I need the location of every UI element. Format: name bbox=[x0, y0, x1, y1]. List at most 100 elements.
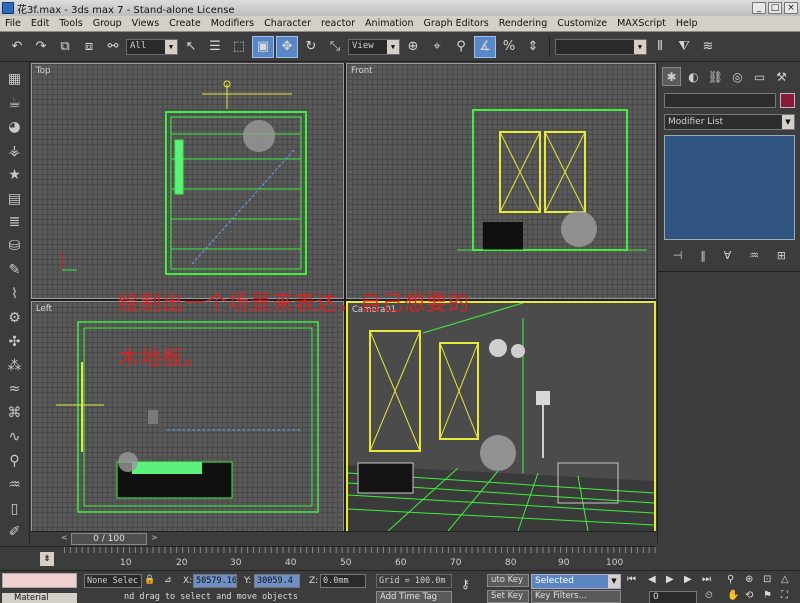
pivot-center-icon[interactable]: ⊕ bbox=[402, 36, 424, 58]
track-bar[interactable]: ⇟ 10 20 30 40 50 60 70 80 90 100 bbox=[0, 546, 656, 571]
menu-animation[interactable]: Animation bbox=[360, 18, 418, 29]
percent-snap-icon[interactable]: % bbox=[498, 36, 520, 58]
show-end-result-icon[interactable]: ‖ bbox=[700, 249, 706, 262]
pan-icon[interactable]: ✋ bbox=[727, 590, 739, 601]
angle-snap-icon[interactable]: ∡ bbox=[474, 35, 496, 58]
box-icon[interactable]: ▦ bbox=[4, 69, 26, 90]
orbit-icon[interactable]: ⟲ bbox=[745, 590, 753, 601]
motion-tab-icon[interactable]: ◎ bbox=[728, 67, 747, 86]
menu-edit[interactable]: Edit bbox=[26, 18, 54, 29]
play-icon[interactable]: ▶ bbox=[666, 574, 674, 585]
remove-modifier-icon[interactable]: ♒ bbox=[749, 249, 759, 262]
create-tab-icon[interactable]: ✱ bbox=[662, 67, 681, 86]
time-config-icon[interactable]: ⏲ bbox=[705, 590, 713, 601]
stairs-icon[interactable]: ≣ bbox=[4, 212, 26, 233]
auto-key-button[interactable]: uto Key bbox=[487, 574, 529, 587]
time-prev-button[interactable]: < bbox=[61, 533, 68, 542]
selection-filter-dropdown[interactable]: All ▼ bbox=[126, 38, 178, 55]
rectangular-selection-icon[interactable]: ⬚ bbox=[228, 36, 250, 58]
undo-icon[interactable]: ↶ bbox=[6, 36, 28, 58]
zoom-all-icon[interactable]: ⊕ bbox=[745, 574, 753, 585]
z-coordinate-field[interactable]: 0.0mm bbox=[320, 574, 366, 588]
next-frame-icon[interactable]: ▶ bbox=[684, 574, 692, 585]
doc-icon[interactable]: ▯ bbox=[4, 498, 26, 519]
current-frame-field[interactable]: 0 bbox=[649, 591, 697, 603]
zoom-extents-icon[interactable]: ⊡ bbox=[763, 574, 771, 585]
key-mode-dropdown[interactable]: Selected ▼ bbox=[531, 574, 621, 589]
object-color-swatch[interactable] bbox=[780, 93, 795, 108]
spinner-snap-icon[interactable]: ⇕ bbox=[522, 36, 544, 58]
manipulate-icon[interactable]: ⌖ bbox=[426, 36, 448, 58]
utilities-tab-icon[interactable]: ⚒ bbox=[772, 67, 791, 86]
sphere-icon[interactable]: ◕ bbox=[4, 117, 26, 138]
object-name-input[interactable] bbox=[664, 93, 776, 108]
lock-selection-icon[interactable]: 🔒 bbox=[144, 575, 155, 585]
snap-toggle-icon[interactable]: ⚲ bbox=[450, 36, 472, 58]
hierarchy-tab-icon[interactable]: ⛓ bbox=[706, 67, 725, 86]
prev-frame-icon[interactable]: ◀ bbox=[648, 574, 656, 585]
walk-icon[interactable]: ⚑ bbox=[763, 590, 772, 601]
unlink-icon[interactable]: ⧈ bbox=[78, 36, 100, 58]
time-slider-thumb[interactable]: 0 / 100 bbox=[71, 533, 147, 545]
spray-icon[interactable]: ⁂ bbox=[4, 355, 26, 376]
star-icon[interactable]: ★ bbox=[4, 164, 26, 185]
maximize-viewport-icon[interactable]: ⛶ bbox=[781, 590, 788, 601]
water-icon[interactable]: ♒ bbox=[4, 474, 26, 495]
close-button[interactable]: × bbox=[784, 2, 798, 14]
menu-tools[interactable]: Tools bbox=[54, 18, 87, 29]
hinge-icon[interactable]: ⚲ bbox=[4, 451, 26, 472]
pencil-icon[interactable]: ✎ bbox=[4, 260, 26, 281]
modify-tab-icon[interactable]: ◐ bbox=[684, 67, 703, 86]
select-and-scale-icon[interactable]: ⤡ bbox=[324, 36, 346, 58]
track-bar-key-icon[interactable]: ⇟ bbox=[40, 552, 54, 566]
add-time-tag-button[interactable]: Add Time Tag bbox=[376, 591, 452, 603]
menu-customize[interactable]: Customize bbox=[552, 18, 612, 29]
viewport-front[interactable]: Front bbox=[346, 63, 656, 299]
link-icon[interactable]: ⧉ bbox=[54, 36, 76, 58]
named-selection-dropdown[interactable]: ▼ bbox=[555, 38, 647, 55]
modifier-stack[interactable] bbox=[664, 135, 795, 240]
time-slider[interactable]: < 0 / 100 > bbox=[31, 531, 656, 545]
key-filters-button[interactable]: Key Filters... bbox=[531, 590, 621, 603]
material-taskbar-tab[interactable]: Material bbox=[2, 593, 77, 603]
menu-rendering[interactable]: Rendering bbox=[494, 18, 553, 29]
display-tab-icon[interactable]: ▭ bbox=[750, 67, 769, 86]
minimize-button[interactable]: _ bbox=[752, 2, 766, 14]
pin-stack-icon[interactable]: ⊣ bbox=[673, 249, 683, 262]
select-by-name-icon[interactable]: ☰ bbox=[204, 36, 226, 58]
menu-maxscript[interactable]: MAXScript bbox=[612, 18, 671, 29]
gear-icon[interactable]: ⚙ bbox=[4, 307, 26, 328]
menu-group[interactable]: Group bbox=[88, 18, 127, 29]
move-gizmo-icon[interactable]: ✣ bbox=[4, 331, 26, 352]
align-icon[interactable]: ⧨ bbox=[673, 36, 695, 58]
mirror-icon[interactable]: ⫴ bbox=[649, 36, 671, 58]
maxscript-listener-mini[interactable] bbox=[2, 573, 77, 588]
go-to-end-icon[interactable]: ⏭ bbox=[702, 574, 711, 585]
select-and-move-icon[interactable]: ✥ bbox=[276, 35, 298, 58]
menu-character[interactable]: Character bbox=[259, 18, 316, 29]
menu-help[interactable]: Help bbox=[671, 18, 703, 29]
configure-sets-icon[interactable]: ⊞ bbox=[777, 249, 786, 262]
menu-file[interactable]: File bbox=[0, 18, 26, 29]
y-coordinate-field[interactable]: 30059.4 bbox=[254, 574, 300, 588]
select-and-rotate-icon[interactable]: ↻ bbox=[300, 36, 322, 58]
menu-graph-editors[interactable]: Graph Editors bbox=[418, 18, 493, 29]
teapot-icon[interactable]: ☕ bbox=[4, 93, 26, 114]
go-to-start-icon[interactable]: ⏮ bbox=[627, 574, 636, 585]
redo-icon[interactable]: ↷ bbox=[30, 36, 52, 58]
menu-modifiers[interactable]: Modifiers bbox=[206, 18, 259, 29]
absolute-mode-icon[interactable]: ⊿ bbox=[164, 575, 172, 585]
zoom-icon[interactable]: ⚲ bbox=[727, 574, 734, 585]
make-unique-icon[interactable]: ∀ bbox=[724, 249, 732, 262]
brush-icon[interactable]: ✐ bbox=[4, 522, 26, 543]
time-next-button[interactable]: > bbox=[151, 533, 158, 542]
window-crossing-icon[interactable]: ▣ bbox=[252, 35, 274, 58]
maximize-button[interactable]: □ bbox=[768, 2, 782, 14]
ripple-icon[interactable]: ≈ bbox=[4, 379, 26, 400]
light-icon[interactable]: ⚶ bbox=[4, 141, 26, 162]
bend-icon[interactable]: ⌇ bbox=[4, 284, 26, 305]
wall-icon[interactable]: ▤ bbox=[4, 188, 26, 209]
field-of-view-icon[interactable]: △ bbox=[781, 574, 789, 585]
reference-coord-dropdown[interactable]: View ▼ bbox=[348, 38, 400, 55]
rope-icon[interactable]: ∿ bbox=[4, 427, 26, 448]
